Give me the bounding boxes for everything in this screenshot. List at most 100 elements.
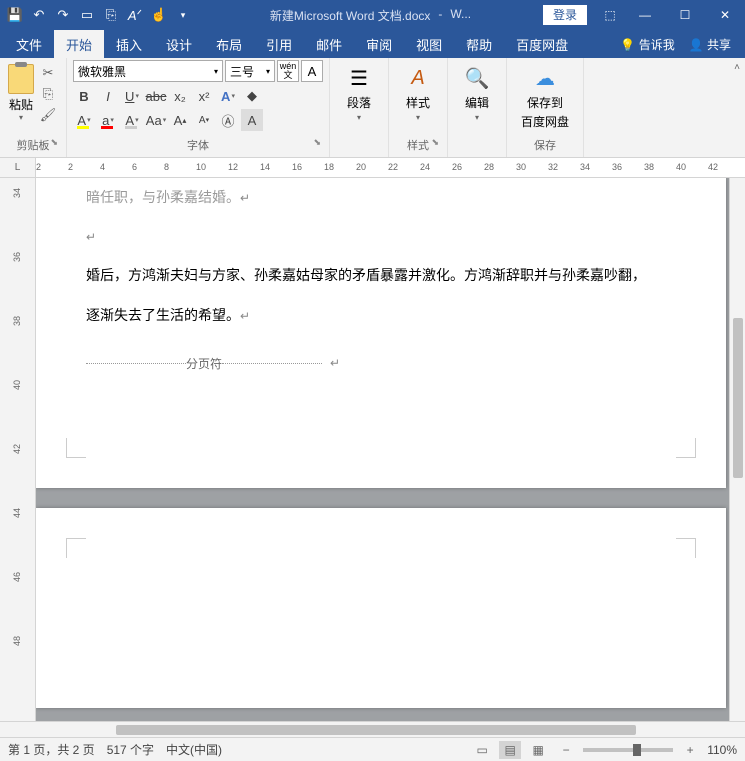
subscript-button[interactable]: x₂ bbox=[169, 85, 191, 107]
copy-icon[interactable]: ⎘ bbox=[38, 85, 58, 103]
print-layout-button[interactable]: ▤ bbox=[499, 741, 521, 759]
group-font: 微软雅黑▾ 三号▾ wén文 A B I U▾ abc x₂ x² A▾ ◆ A… bbox=[67, 58, 330, 157]
group-styles: A 样式 ▾ 样式 bbox=[389, 58, 448, 157]
scrollbar-thumb[interactable] bbox=[116, 725, 636, 735]
quick-access-toolbar: 💾 ↶ ↷ ▭ ⎘ Aᐟ ☝ ▾ bbox=[0, 4, 198, 26]
underline-button[interactable]: U▾ bbox=[121, 85, 143, 107]
zoom-out-button[interactable]: − bbox=[555, 741, 577, 759]
tab-references[interactable]: 引用 bbox=[254, 30, 304, 59]
tab-baidu[interactable]: 百度网盘 bbox=[504, 30, 580, 59]
tab-view[interactable]: 视图 bbox=[404, 30, 454, 59]
ruler-tick: 20 bbox=[356, 162, 366, 172]
vertical-ruler[interactable]: 3436384042444648 bbox=[0, 178, 36, 721]
zoom-slider[interactable] bbox=[583, 748, 673, 752]
paste-button[interactable]: 粘贴 ▾ bbox=[6, 60, 36, 126]
font-size-combo[interactable]: 三号▾ bbox=[225, 60, 275, 82]
ribbon: 粘贴 ▾ ✂ ⎘ 🖌 剪贴板 微软雅黑▾ 三号▾ wén文 A B I U▾ bbox=[0, 58, 745, 158]
change-case-button[interactable]: Aa▾ bbox=[145, 109, 167, 131]
qat-btn-5[interactable]: ⎘ bbox=[100, 4, 122, 26]
group-label-save: 保存 bbox=[513, 135, 577, 157]
clear-format-icon[interactable]: ◆ bbox=[241, 85, 263, 107]
highlight-button[interactable]: A▾ bbox=[73, 109, 95, 131]
superscript-button[interactable]: x² bbox=[193, 85, 215, 107]
vertical-scrollbar[interactable] bbox=[729, 178, 745, 721]
close-button[interactable]: ✕ bbox=[705, 0, 745, 30]
page-1[interactable]: 暗任职，与孙柔嘉结婚。↵ ↵ 婚后，方鸿渐夫妇与方家、孙柔嘉姑母家的矛盾暴露并激… bbox=[36, 178, 726, 488]
tellme-button[interactable]: 💡 告诉我 bbox=[620, 36, 674, 53]
collapse-ribbon-button[interactable]: ˄ bbox=[729, 58, 745, 157]
text-effects-button[interactable]: A▾ bbox=[217, 85, 239, 107]
tab-insert[interactable]: 插入 bbox=[104, 30, 154, 59]
zoom-in-button[interactable]: + bbox=[679, 741, 701, 759]
chevron-down-icon: ▾ bbox=[357, 113, 361, 122]
char-shading2-button[interactable]: A bbox=[241, 109, 263, 131]
save-icon[interactable]: 💾 bbox=[4, 4, 26, 26]
paste-icon bbox=[8, 64, 34, 94]
ruler-tick: 46 bbox=[12, 572, 22, 582]
statusbar: 第 1 页，共 2 页 517 个字 中文(中国) ▭ ▤ ▦ − + 110% bbox=[0, 737, 745, 761]
share-button[interactable]: 👤 共享 bbox=[689, 36, 731, 53]
paragraph-button[interactable]: ☰ 段落 ▾ bbox=[336, 60, 382, 126]
italic-button[interactable]: I bbox=[97, 85, 119, 107]
char-border-button[interactable]: A bbox=[301, 60, 323, 82]
bold-button[interactable]: B bbox=[73, 85, 95, 107]
ruler-tick: 42 bbox=[12, 444, 22, 454]
shrink-font-button[interactable]: A▾ bbox=[193, 109, 215, 131]
qat-btn-4[interactable]: ▭ bbox=[76, 4, 98, 26]
enclose-char-button[interactable]: Ⓐ bbox=[217, 109, 239, 131]
document-scroll[interactable]: 暗任职，与孙柔嘉结婚。↵ ↵ 婚后，方鸿渐夫妇与方家、孙柔嘉姑母家的矛盾暴露并激… bbox=[36, 178, 729, 721]
group-save: ☁ 保存到 百度网盘 保存 bbox=[507, 58, 584, 157]
font-name-combo[interactable]: 微软雅黑▾ bbox=[73, 60, 223, 82]
tab-file[interactable]: 文件 bbox=[4, 30, 54, 59]
web-layout-button[interactable]: ▦ bbox=[527, 741, 549, 759]
format-painter-icon[interactable]: 🖌 bbox=[38, 106, 58, 124]
ruler-corner: L bbox=[0, 158, 36, 177]
minimize-button[interactable]: — bbox=[625, 0, 665, 30]
zoom-slider-thumb[interactable] bbox=[633, 744, 641, 756]
page-corner bbox=[676, 538, 696, 558]
tab-review[interactable]: 审阅 bbox=[354, 30, 404, 59]
doc-line-2[interactable]: 逐渐失去了生活的希望。↵ bbox=[86, 296, 676, 335]
cut-icon[interactable]: ✂ bbox=[38, 64, 58, 82]
qat-customize-icon[interactable]: ▾ bbox=[172, 4, 194, 26]
ribbon-tabs: 文件 开始 插入 设计 布局 引用 邮件 审阅 视图 帮助 百度网盘 💡 告诉我… bbox=[0, 30, 745, 58]
grow-font-button[interactable]: A▴ bbox=[169, 109, 191, 131]
read-mode-button[interactable]: ▭ bbox=[471, 741, 493, 759]
maximize-button[interactable]: ☐ bbox=[665, 0, 705, 30]
touch-mode-icon[interactable]: ☝ bbox=[148, 4, 170, 26]
font-color-button[interactable]: a▾ bbox=[97, 109, 119, 131]
styles-button[interactable]: A 样式 ▾ bbox=[395, 60, 441, 126]
editing-button[interactable]: 🔍 编辑 ▾ bbox=[454, 60, 500, 126]
window-title: 新建Microsoft Word 文档.docx - W... bbox=[198, 7, 543, 24]
horizontal-scrollbar[interactable] bbox=[0, 721, 745, 737]
scrollbar-thumb[interactable] bbox=[733, 318, 743, 478]
doc-line-1[interactable]: 婚后，方鸿渐夫妇与方家、孙柔嘉姑母家的矛盾暴露并激化。方鸿渐辞职并与孙柔嘉吵翻， bbox=[86, 256, 676, 295]
phonetic-guide-button[interactable]: wén文 bbox=[277, 60, 299, 82]
strikethrough-button[interactable]: abc bbox=[145, 85, 167, 107]
horizontal-ruler[interactable]: L 22468101214161820222426283032343638404… bbox=[0, 158, 745, 178]
group-label-paragraph bbox=[336, 139, 382, 157]
qat-btn-6[interactable]: Aᐟ bbox=[124, 4, 146, 26]
login-button[interactable]: 登录 bbox=[543, 5, 587, 25]
tab-mail[interactable]: 邮件 bbox=[304, 30, 354, 59]
page-indicator[interactable]: 第 1 页，共 2 页 bbox=[8, 741, 95, 758]
page-break-indicator[interactable]: 分页符 ↵ bbox=[86, 355, 676, 372]
tab-layout[interactable]: 布局 bbox=[204, 30, 254, 59]
tab-home[interactable]: 开始 bbox=[54, 30, 104, 59]
save-baidu-button[interactable]: ☁ 保存到 百度网盘 bbox=[513, 60, 577, 134]
redo-icon[interactable]: ↷ bbox=[52, 4, 74, 26]
tab-design[interactable]: 设计 bbox=[154, 30, 204, 59]
doc-para-mark[interactable]: ↵ bbox=[86, 217, 676, 256]
char-shading-button[interactable]: A▾ bbox=[121, 109, 143, 131]
tabs-right: 💡 告诉我 👤 共享 bbox=[620, 36, 741, 53]
tab-help[interactable]: 帮助 bbox=[454, 30, 504, 59]
page-2[interactable] bbox=[36, 508, 726, 708]
doc-line-0[interactable]: 暗任职，与孙柔嘉结婚。↵ bbox=[86, 178, 676, 217]
ribbon-display-icon[interactable]: ⬚ bbox=[595, 0, 625, 30]
ruler-tick: 22 bbox=[388, 162, 398, 172]
ruler-tick: 38 bbox=[12, 316, 22, 326]
zoom-level[interactable]: 110% bbox=[707, 743, 737, 757]
undo-icon[interactable]: ↶ bbox=[28, 4, 50, 26]
word-count[interactable]: 517 个字 bbox=[107, 741, 154, 758]
language-indicator[interactable]: 中文(中国) bbox=[166, 741, 222, 758]
